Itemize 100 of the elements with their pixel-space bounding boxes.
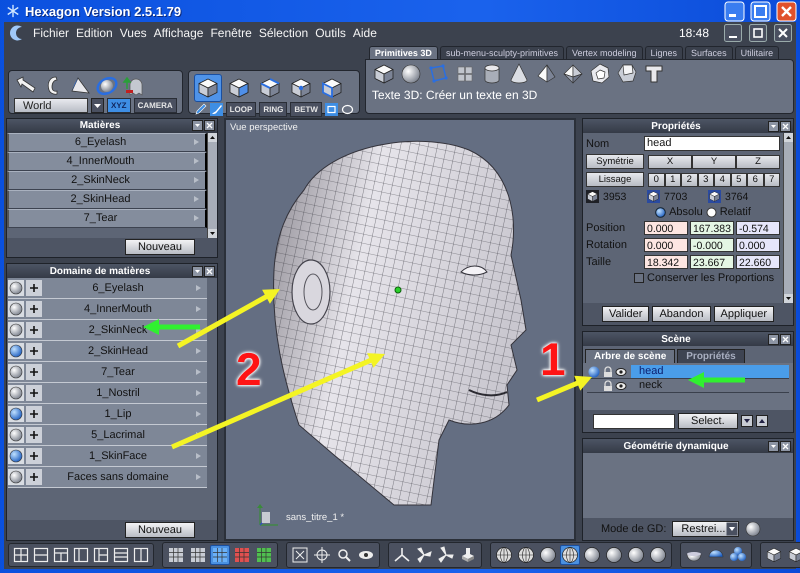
layout-icon[interactable] (72, 546, 90, 564)
module-tab[interactable]: Vertex modeling (566, 46, 643, 59)
sphere-icon[interactable] (398, 62, 423, 86)
scene-tab[interactable]: Arbre de scène (585, 349, 676, 363)
mode-dropdown[interactable]: Restrei... (672, 521, 740, 537)
layout-icon[interactable] (52, 546, 70, 564)
plus-icon[interactable] (26, 280, 42, 296)
material-item[interactable]: 2_SkinNeck (7, 170, 207, 190)
cube-icon[interactable] (194, 74, 222, 102)
sphere-icon[interactable] (8, 406, 24, 422)
layout-icon[interactable] (132, 546, 150, 564)
scroll-down-icon[interactable] (208, 228, 217, 238)
symmetry-button[interactable]: Symétrie (586, 154, 644, 169)
level-button[interactable]: 4 (714, 172, 730, 186)
cube-icon[interactable] (372, 62, 396, 86)
lock-icon[interactable] (602, 366, 614, 378)
layout-icon[interactable] (12, 546, 30, 564)
action-button[interactable]: Valider (602, 306, 650, 322)
menu-item[interactable]: Fichier (33, 25, 70, 41)
wireframe-sphere-icon[interactable] (560, 545, 580, 565)
wireframe-sphere-icon[interactable] (494, 545, 514, 565)
checkbox[interactable] (634, 273, 644, 283)
plus-icon[interactable] (26, 301, 42, 317)
close-icon[interactable] (774, 24, 792, 42)
sphere-icon[interactable] (604, 545, 624, 565)
circle-select-icon[interactable] (340, 103, 354, 116)
radio-button[interactable] (655, 206, 666, 218)
menu-item[interactable]: Aide (352, 25, 377, 41)
edge-tool-button[interactable]: RING (259, 102, 288, 117)
lock-icon[interactable] (602, 380, 614, 392)
sphere-icon[interactable] (538, 545, 558, 565)
scene-object[interactable]: neck (631, 379, 789, 392)
smoothing-button[interactable]: Lissage (586, 172, 644, 187)
move-down-icon[interactable] (740, 415, 753, 427)
close-icon[interactable] (204, 266, 215, 276)
edge-tool-button[interactable]: LOOP (226, 102, 256, 117)
module-tab[interactable]: Utilitaire (734, 46, 780, 59)
number-field[interactable]: -0.574 (736, 221, 780, 235)
sphere-icon[interactable] (8, 343, 24, 359)
frame-icon[interactable] (290, 545, 310, 565)
scene-tab[interactable]: Propriétés (677, 349, 745, 363)
menu-item[interactable]: Affichage (154, 25, 204, 41)
wireframe-sphere-icon[interactable] (516, 545, 536, 565)
sphere-icon[interactable] (8, 469, 24, 485)
grid-icon[interactable] (210, 545, 230, 565)
edge-tool-button[interactable]: BETW (290, 102, 322, 117)
view-mode-button[interactable]: XYZ (107, 98, 131, 113)
number-field[interactable]: 0.000 (736, 238, 780, 252)
plus-icon[interactable] (26, 385, 42, 401)
plus-icon[interactable] (26, 469, 42, 485)
propeller-icon[interactable] (436, 545, 456, 565)
space-dropdown[interactable]: World (14, 98, 88, 113)
number-field[interactable]: 0.000 (644, 221, 688, 235)
sphere-icon[interactable] (8, 448, 24, 464)
box-icon[interactable] (764, 545, 784, 565)
action-button[interactable]: Appliquer (714, 306, 774, 322)
sphere-icon[interactable] (8, 280, 24, 296)
box-icon[interactable] (786, 545, 800, 565)
level-button[interactable]: 6 (747, 172, 764, 186)
number-field[interactable]: 167.383 (690, 221, 734, 235)
level-button[interactable]: 1 (664, 172, 681, 186)
brush-icon[interactable] (210, 103, 223, 116)
view-mode-button[interactable]: CAMERA (134, 98, 177, 113)
eye-icon[interactable] (615, 380, 627, 392)
layout-icon[interactable] (92, 546, 110, 564)
minimize-icon[interactable] (724, 24, 742, 42)
material-item[interactable]: 6_Eyelash (7, 132, 207, 152)
axis-button[interactable]: Z (736, 154, 780, 168)
module-tab[interactable]: sub-menu-sculpty-primitives (440, 46, 564, 59)
collapse-icon[interactable] (192, 120, 203, 132)
scroll-down-icon[interactable] (784, 294, 793, 303)
maximize-icon[interactable] (749, 24, 767, 42)
close-icon[interactable] (204, 120, 215, 132)
number-field[interactable]: 23.667 (690, 255, 734, 269)
menu-item[interactable]: Vues (120, 25, 147, 41)
level-button[interactable]: 0 (648, 172, 664, 186)
polyhedron-icon[interactable] (588, 62, 612, 86)
module-tab[interactable]: Surfaces (685, 46, 733, 59)
close-icon[interactable] (780, 440, 791, 452)
collapse-icon[interactable] (192, 266, 203, 276)
layout-icon[interactable] (112, 546, 130, 564)
close-icon[interactable] (780, 334, 791, 344)
scrollbar[interactable] (783, 133, 793, 303)
material-item[interactable]: 4_InnerMouth (7, 152, 207, 171)
grid-icon[interactable] (166, 545, 186, 565)
sphere-icon[interactable] (8, 427, 24, 443)
grid-icon[interactable] (254, 545, 274, 565)
crosshair-icon[interactable] (312, 545, 332, 565)
menu-item[interactable]: Outils (315, 25, 346, 41)
plus-icon[interactable] (26, 322, 42, 338)
number-field[interactable]: 18.342 (644, 255, 688, 269)
sphere-icon[interactable] (8, 322, 24, 338)
close-icon[interactable] (780, 120, 791, 132)
rectangle-select-icon[interactable] (324, 103, 338, 116)
material-item[interactable]: 7_Tear (7, 208, 207, 228)
scroll-up-icon[interactable] (784, 133, 793, 142)
eye-icon[interactable] (615, 366, 627, 378)
level-button[interactable]: 3 (698, 172, 714, 186)
grid-icon[interactable] (188, 545, 208, 565)
sphere-icon[interactable] (626, 545, 646, 565)
